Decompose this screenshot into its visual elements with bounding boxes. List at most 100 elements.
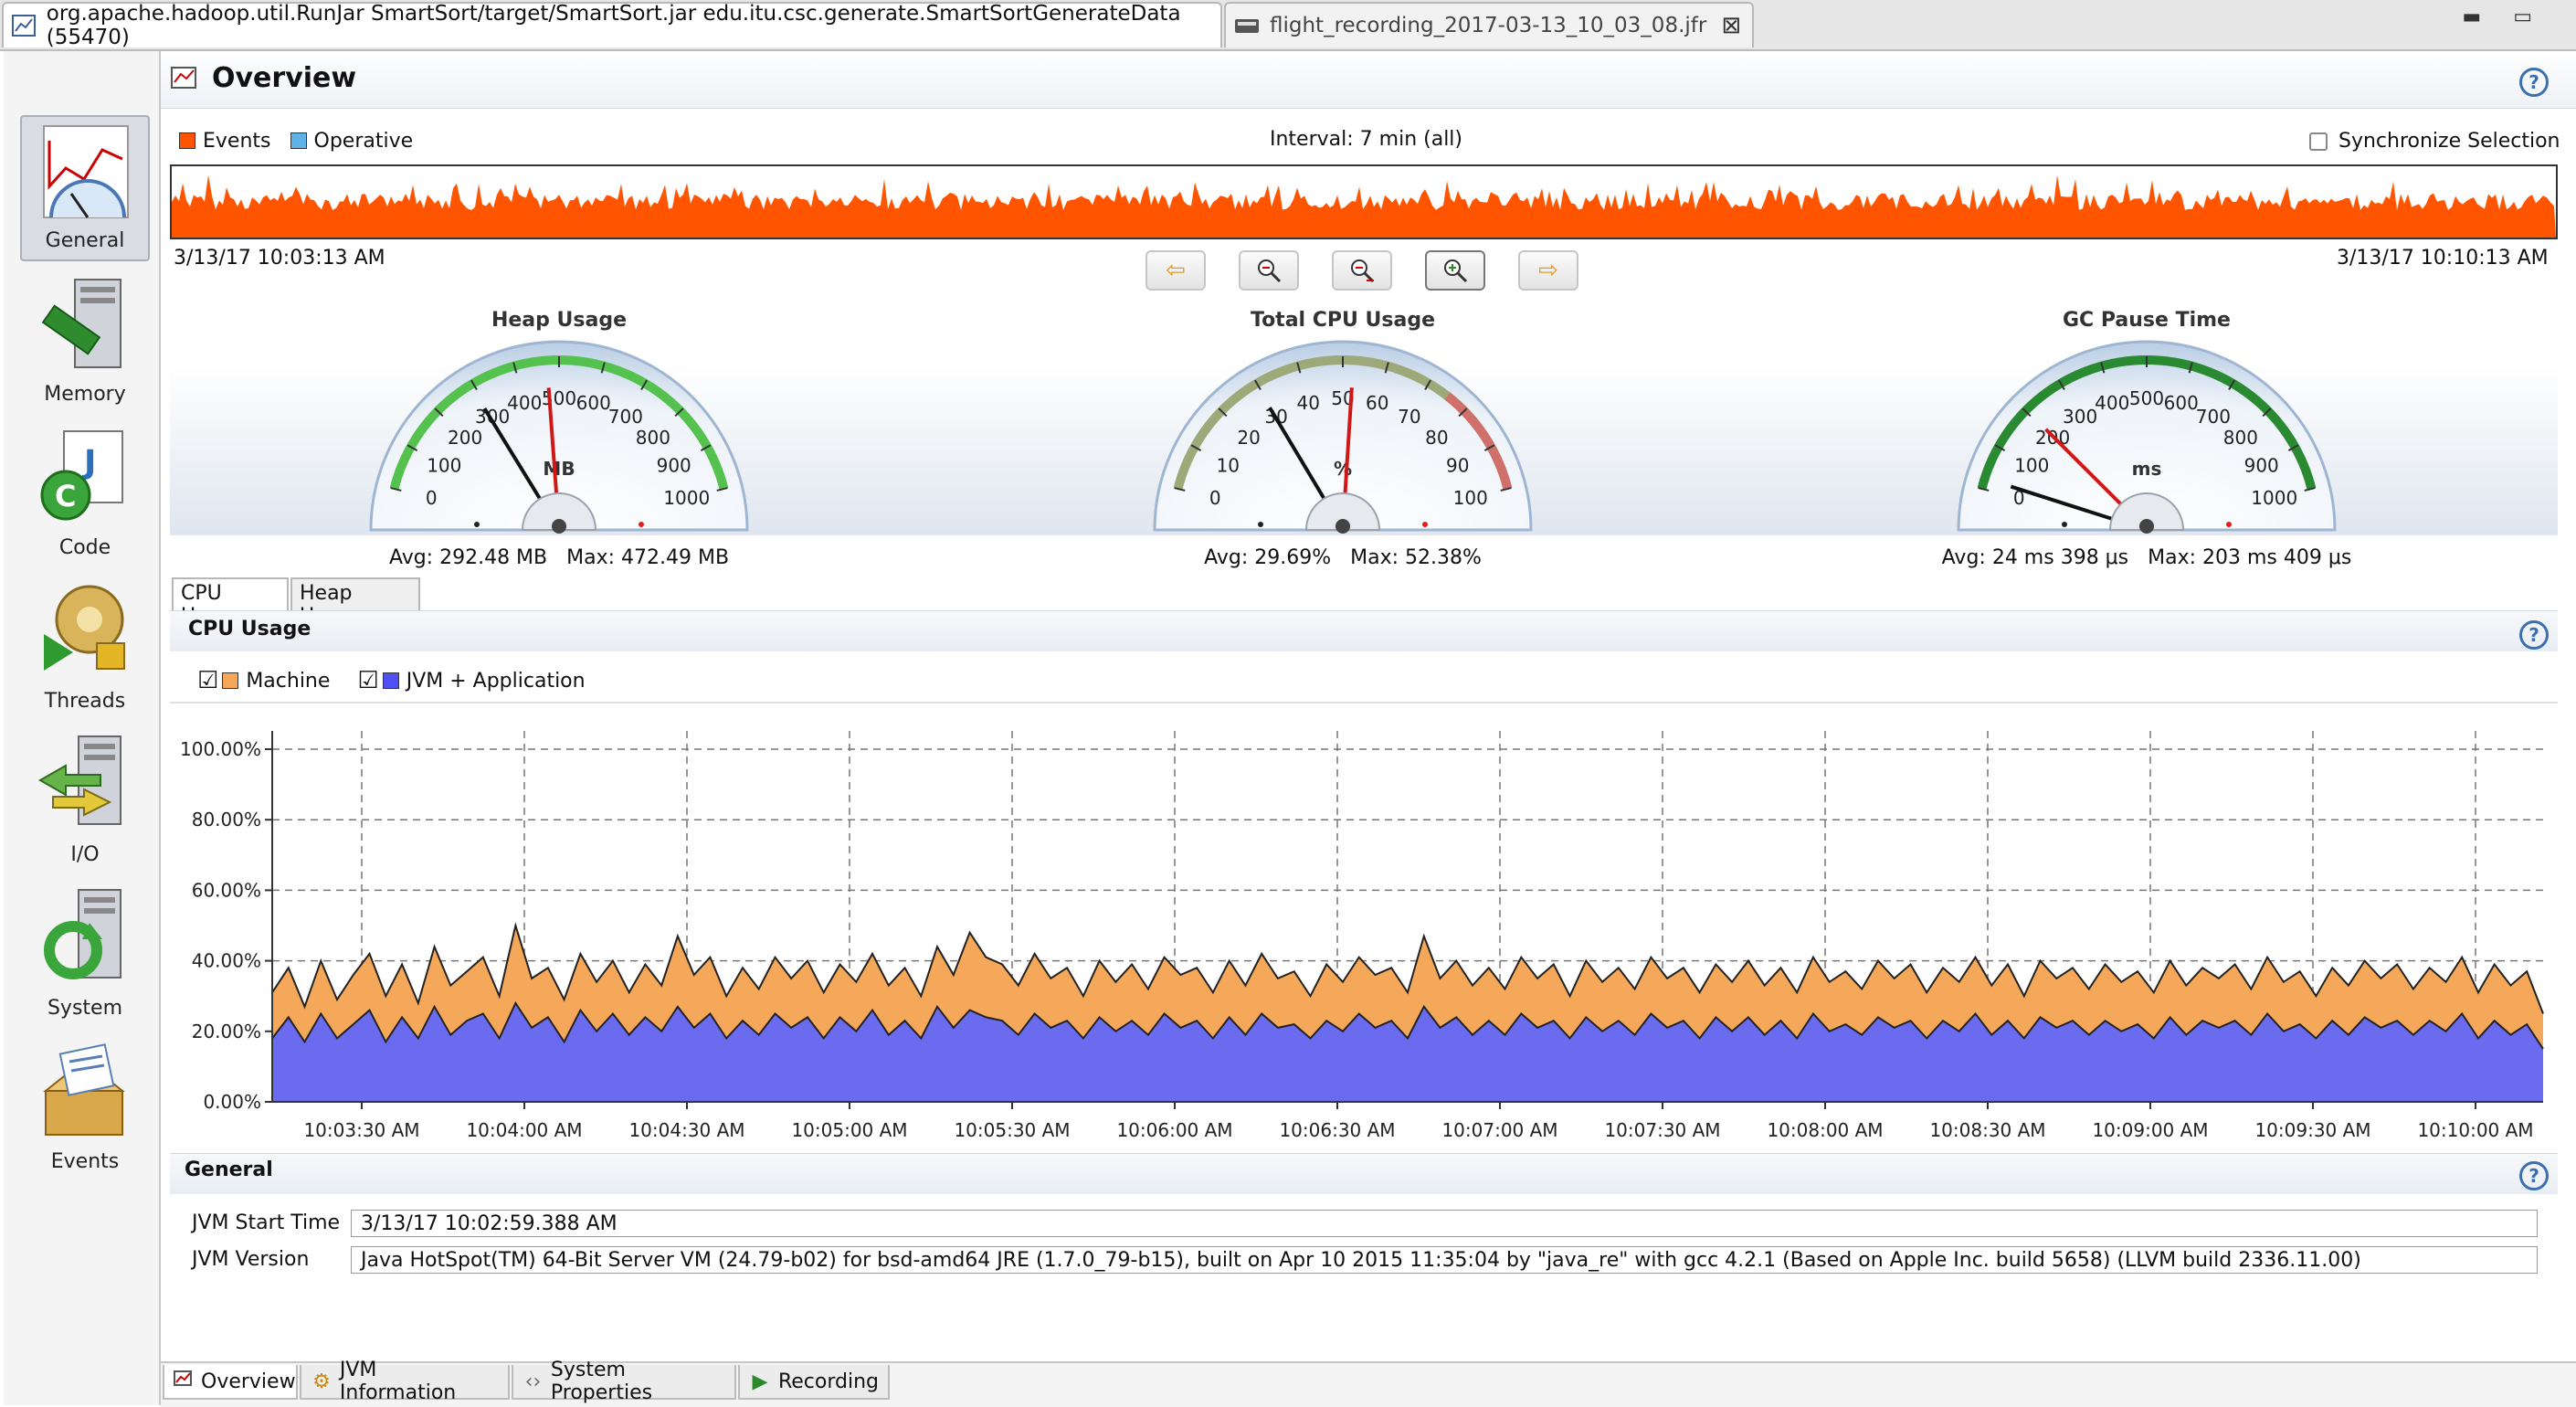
gauge-unit: MB bbox=[543, 458, 575, 480]
x-tick-label: 10:05:00 AM bbox=[791, 1119, 907, 1141]
scroll-right-button[interactable]: ⇨ bbox=[1518, 250, 1578, 291]
x-tick-label: 10:04:00 AM bbox=[466, 1119, 582, 1141]
x-tick-label: 10:09:00 AM bbox=[2092, 1119, 2208, 1141]
gc-avg: Avg: 24 ms 398 μs bbox=[1941, 546, 2129, 569]
tab-recording[interactable]: ▶ Recording bbox=[738, 1365, 890, 1400]
x-tick-label: 10:06:30 AM bbox=[1279, 1119, 1395, 1141]
x-tick-label: 10:08:30 AM bbox=[1929, 1119, 2045, 1141]
chart-line-icon bbox=[11, 13, 37, 38]
nav-item-label: General bbox=[45, 229, 125, 252]
gauge-tick-label: 400 bbox=[2095, 392, 2129, 414]
gears-icon: ⚙ bbox=[312, 1370, 331, 1393]
y-tick-label: 80.00% bbox=[192, 809, 261, 830]
nav-item-label: System bbox=[47, 997, 123, 1020]
gauge-tick-label: 600 bbox=[2164, 392, 2199, 414]
overview-icon bbox=[171, 67, 196, 89]
window-controls[interactable]: ▬ ▭ bbox=[2462, 5, 2545, 28]
cpu-avg: Avg: 29.69% bbox=[1204, 546, 1332, 569]
gauge-tick-label: 100 bbox=[2014, 455, 2049, 477]
zoom-out-button[interactable] bbox=[1239, 250, 1299, 291]
x-tick-label: 10:03:30 AM bbox=[303, 1119, 419, 1141]
y-tick-label: 100.00% bbox=[180, 738, 261, 760]
help-icon[interactable]: ? bbox=[2519, 68, 2549, 97]
zoom-out-all-button[interactable] bbox=[1332, 250, 1392, 291]
cpu-usage-stats: Avg: 29.69% Max: 52.38% bbox=[1023, 546, 1663, 569]
zoom-out-all-icon bbox=[1351, 259, 1375, 283]
zoom-in-button[interactable] bbox=[1425, 250, 1485, 291]
nav-item-system[interactable]: System bbox=[20, 881, 150, 1027]
cpu-usage-gauge-title: Total CPU Usage bbox=[1250, 309, 1436, 332]
jvm-version-label: JVM Version bbox=[192, 1248, 310, 1271]
heap-avg: Avg: 292.48 MB bbox=[388, 546, 548, 569]
gauge-tick-label: 700 bbox=[2196, 406, 2231, 428]
gauge-tick-label: 900 bbox=[2244, 455, 2279, 477]
nav-item-memory[interactable]: Memory bbox=[20, 267, 150, 413]
gauge-tick-label: 600 bbox=[576, 392, 611, 414]
scroll-left-button[interactable]: ⇦ bbox=[1145, 250, 1206, 291]
nav-item-threads[interactable]: Threads bbox=[20, 574, 150, 720]
svg-text:J: J bbox=[81, 444, 96, 481]
tab-label: Overview bbox=[201, 1370, 296, 1393]
y-tick-label: 40.00% bbox=[192, 950, 261, 972]
x-tick-label: 10:09:30 AM bbox=[2254, 1119, 2370, 1141]
tab-heap-usage[interactable]: Heap Usage bbox=[290, 577, 420, 628]
jvm-version-field[interactable]: Java HotSpot(TM) 64-Bit Server VM (24.79… bbox=[351, 1246, 2538, 1274]
nav-item-code[interactable]: J C Code bbox=[20, 420, 150, 566]
overview-header bbox=[161, 51, 2576, 109]
events-timeline[interactable] bbox=[170, 164, 2558, 239]
nav-item-label: Events bbox=[50, 1150, 120, 1173]
gauge-avg-dot bbox=[2062, 522, 2067, 527]
general-panel-title: General bbox=[185, 1158, 273, 1181]
gauge-hub-center bbox=[552, 519, 566, 534]
tab-jvm-information[interactable]: ⚙ JVM Information bbox=[300, 1359, 510, 1404]
gauge-tick-label: 900 bbox=[657, 455, 692, 477]
nav-item-io[interactable]: I/O bbox=[20, 727, 150, 873]
legend-label: Operative bbox=[313, 130, 414, 153]
tab-overview[interactable]: Overview bbox=[163, 1365, 298, 1400]
zoom-in-icon bbox=[1444, 259, 1468, 283]
recording-icon bbox=[1233, 13, 1261, 38]
nav-item-label: I/O bbox=[70, 843, 100, 866]
sync-checkbox[interactable] bbox=[2309, 132, 2328, 151]
general-gauge-icon bbox=[43, 125, 129, 218]
heap-max: Max: 472.49 MB bbox=[566, 546, 730, 569]
gauge-tick-label: 70 bbox=[1398, 406, 1420, 428]
help-icon[interactable]: ? bbox=[2519, 1161, 2549, 1190]
synchronize-selection[interactable]: Synchronize Selection bbox=[2309, 130, 2560, 153]
code-icon: J C bbox=[40, 430, 123, 521]
heap-usage-gauge: 0100200300400 500 6007008009001000MB bbox=[369, 340, 749, 534]
events-timeline-plot[interactable] bbox=[172, 166, 2556, 238]
nav-item-events[interactable]: Events bbox=[20, 1034, 150, 1180]
sync-label: Synchronize Selection bbox=[2338, 130, 2560, 153]
svg-text:C: C bbox=[55, 479, 76, 513]
cpu-panel-title: CPU Usage bbox=[188, 618, 311, 640]
jvm-start-time-label: JVM Start Time bbox=[192, 1211, 341, 1234]
cpu-usage-chart[interactable]: 0.00% 20.00% 40.00% 60.00% 80.00% 100.00% 10:0… bbox=[170, 658, 2558, 1142]
general-panel-header bbox=[170, 1153, 2558, 1194]
tab-cpu-usage[interactable]: CPU Usage bbox=[172, 577, 289, 628]
x-tick-label: 10:10:00 AM bbox=[2417, 1119, 2533, 1141]
gauge-unit: ms bbox=[2132, 458, 2162, 480]
gauge-tick-label: 100 bbox=[427, 455, 461, 477]
nav-item-label: Threads bbox=[44, 690, 126, 713]
timeline-legend: Events Operative bbox=[179, 130, 413, 153]
editor-tab-flight-recording[interactable]: flight_recording_2017-03-13_10_03_08.jfr… bbox=[1224, 2, 1754, 48]
gauge-tick-label: 400 bbox=[507, 392, 542, 414]
gauge-tick-label: 700 bbox=[608, 406, 643, 428]
nav-item-general[interactable]: General bbox=[20, 115, 150, 261]
jvm-start-time-field[interactable]: 3/13/17 10:02:59.388 AM bbox=[351, 1210, 2538, 1237]
gauge-unit: % bbox=[1334, 458, 1352, 480]
help-icon[interactable]: ? bbox=[2519, 620, 2549, 650]
editor-tab-jvm-connection[interactable]: org.apache.hadoop.util.RunJar SmartSort/… bbox=[2, 2, 1222, 49]
gauge-hub-center bbox=[2139, 519, 2154, 534]
gauge-tick-label: 300 bbox=[2063, 406, 2097, 428]
gc-pause-stats: Avg: 24 ms 398 μs Max: 203 ms 409 μs bbox=[1827, 546, 2466, 569]
page-title: Overview bbox=[212, 62, 357, 94]
gauge-tick-label: 100 bbox=[1453, 487, 1488, 509]
gauge-tick-label: 10 bbox=[1217, 455, 1240, 477]
close-icon[interactable]: ⊠ bbox=[1721, 12, 1741, 39]
gauge-tick-label: 800 bbox=[2223, 427, 2258, 449]
tab-system-properties[interactable]: ‹› System Properties bbox=[512, 1359, 736, 1404]
tab-label: JVM Information bbox=[339, 1359, 457, 1404]
y-tick-label: 60.00% bbox=[192, 879, 261, 901]
